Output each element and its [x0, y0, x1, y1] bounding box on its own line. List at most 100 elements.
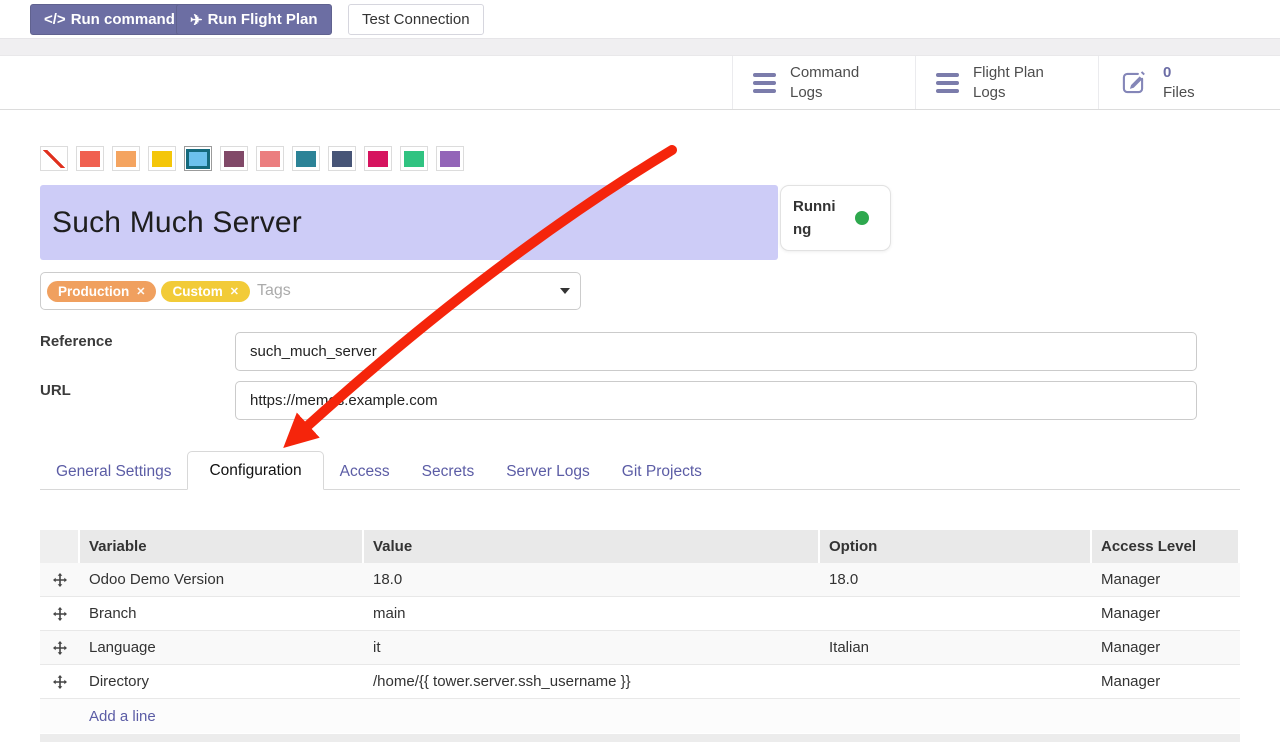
cell-option[interactable]: Italian — [820, 639, 1092, 656]
tab-general-settings[interactable]: General Settings — [40, 455, 187, 489]
command-logs-label: Command Logs — [790, 63, 874, 102]
color-fill — [260, 151, 280, 167]
color-swatch-3[interactable] — [148, 146, 176, 171]
color-fill — [188, 151, 208, 167]
no-color-icon — [43, 150, 65, 168]
tags-input[interactable]: Production ✕ Custom ✕ Tags — [40, 272, 581, 310]
color-swatch-2[interactable] — [112, 146, 140, 171]
list-icon — [936, 73, 959, 93]
footer-strip — [40, 734, 1240, 742]
table-row[interactable]: Branchmain Manager — [40, 597, 1240, 631]
test-connection-button[interactable]: Test Connection — [348, 4, 484, 35]
color-fill — [368, 151, 388, 167]
color-fill — [440, 151, 460, 167]
flight-plan-logs-button[interactable]: Flight Plan Logs — [915, 56, 1098, 109]
color-fill — [224, 151, 244, 167]
drag-handle-icon[interactable] — [53, 573, 67, 587]
list-icon — [753, 73, 776, 93]
notebook-tabs: General Settings Configuration Access Se… — [40, 452, 1240, 490]
plane-icon: ✈ — [190, 11, 203, 29]
run-flight-plan-label: Run Flight Plan — [208, 11, 318, 28]
code-icon: </> — [44, 11, 66, 28]
tab-secrets[interactable]: Secrets — [406, 455, 491, 489]
add-a-line-link[interactable]: Add a line — [89, 708, 156, 725]
table-row[interactable]: Odoo Demo Version18.018.0Manager — [40, 563, 1240, 597]
tag-custom-label: Custom — [172, 284, 222, 299]
control-panel: Command Logs Flight Plan Logs 0 Files — [0, 56, 1280, 110]
tags-placeholder: Tags — [257, 282, 560, 300]
table-header-row: Variable Value Option Access Level — [40, 530, 1240, 563]
handle-column-header — [40, 530, 80, 563]
color-fill — [80, 151, 100, 167]
chevron-down-icon[interactable] — [560, 288, 570, 294]
color-swatch-6[interactable] — [256, 146, 284, 171]
remove-tag-icon[interactable]: ✕ — [230, 285, 239, 298]
variables-table: Variable Value Option Access Level Odoo … — [40, 530, 1240, 733]
table-row[interactable]: LanguageitItalianManager — [40, 631, 1240, 665]
table-body: Odoo Demo Version18.018.0ManagerBranchma… — [40, 563, 1240, 699]
reference-input[interactable] — [235, 332, 1197, 371]
column-header-access-level[interactable]: Access Level — [1092, 530, 1240, 563]
separator-band — [0, 38, 1280, 56]
cell-variable[interactable]: Odoo Demo Version — [80, 571, 364, 588]
color-swatch-9[interactable] — [364, 146, 392, 171]
edit-pencil-icon — [1119, 69, 1147, 97]
cell-access-level[interactable]: Manager — [1092, 673, 1240, 690]
test-connection-label: Test Connection — [362, 11, 470, 28]
tab-configuration[interactable]: Configuration — [187, 451, 323, 490]
status-label: Running — [793, 195, 843, 242]
url-input[interactable] — [235, 381, 1197, 420]
server-name-field[interactable]: Such Much Server — [40, 185, 778, 260]
remove-tag-icon[interactable]: ✕ — [136, 285, 145, 298]
command-logs-button[interactable]: Command Logs — [732, 56, 915, 109]
cell-option[interactable]: 18.0 — [820, 571, 1092, 588]
table-row[interactable]: Directory/home/{{ tower.server.ssh_usern… — [40, 665, 1240, 699]
run-flight-plan-button[interactable]: ✈ Run Flight Plan — [176, 4, 332, 35]
server-name-value: Such Much Server — [52, 206, 302, 240]
column-header-value[interactable]: Value — [364, 530, 820, 563]
column-header-option[interactable]: Option — [820, 530, 1092, 563]
color-fill — [116, 151, 136, 167]
cell-access-level[interactable]: Manager — [1092, 605, 1240, 622]
tag-custom[interactable]: Custom ✕ — [161, 281, 249, 302]
status-button[interactable]: Running — [780, 185, 891, 251]
color-swatch-8[interactable] — [328, 146, 356, 171]
run-command-button[interactable]: </> Run command — [30, 4, 189, 35]
tab-server-logs[interactable]: Server Logs — [490, 455, 606, 489]
no-color-swatch[interactable] — [40, 146, 68, 171]
cell-access-level[interactable]: Manager — [1092, 571, 1240, 588]
color-fill — [296, 151, 316, 167]
color-swatch-4[interactable] — [184, 146, 212, 171]
cell-value[interactable]: it — [364, 639, 820, 656]
color-swatch-1[interactable] — [76, 146, 104, 171]
cell-value[interactable]: main — [364, 605, 820, 622]
color-swatch-7[interactable] — [292, 146, 320, 171]
add-line-row: Add a line — [40, 699, 1240, 733]
cell-value[interactable]: 18.0 — [364, 571, 820, 588]
tab-access[interactable]: Access — [324, 455, 406, 489]
cell-access-level[interactable]: Manager — [1092, 639, 1240, 656]
drag-handle-icon[interactable] — [53, 607, 67, 621]
tag-production-label: Production — [58, 284, 129, 299]
cell-variable[interactable]: Branch — [80, 605, 364, 622]
drag-handle-icon[interactable] — [53, 641, 67, 655]
cell-value[interactable]: /home/{{ tower.server.ssh_username }} — [364, 673, 820, 690]
action-bar: </> Run command ✈ Run Flight Plan Test C… — [0, 0, 1280, 38]
url-label: URL — [40, 382, 71, 399]
reference-label: Reference — [40, 333, 113, 350]
tag-production[interactable]: Production ✕ — [47, 281, 156, 302]
cell-variable[interactable]: Language — [80, 639, 364, 656]
color-swatch-10[interactable] — [400, 146, 428, 171]
run-command-label: Run command — [71, 11, 175, 28]
flight-plan-logs-label: Flight Plan Logs — [973, 63, 1057, 102]
tab-git-projects[interactable]: Git Projects — [606, 455, 718, 489]
files-label: Files — [1163, 83, 1195, 103]
files-button[interactable]: 0 Files — [1098, 56, 1280, 109]
color-swatch-11[interactable] — [436, 146, 464, 171]
column-header-variable[interactable]: Variable — [80, 530, 364, 563]
cell-variable[interactable]: Directory — [80, 673, 364, 690]
color-palette — [40, 146, 464, 171]
drag-handle-icon[interactable] — [53, 675, 67, 689]
color-swatch-5[interactable] — [220, 146, 248, 171]
server-form-page: </> Run command ✈ Run Flight Plan Test C… — [0, 0, 1280, 742]
